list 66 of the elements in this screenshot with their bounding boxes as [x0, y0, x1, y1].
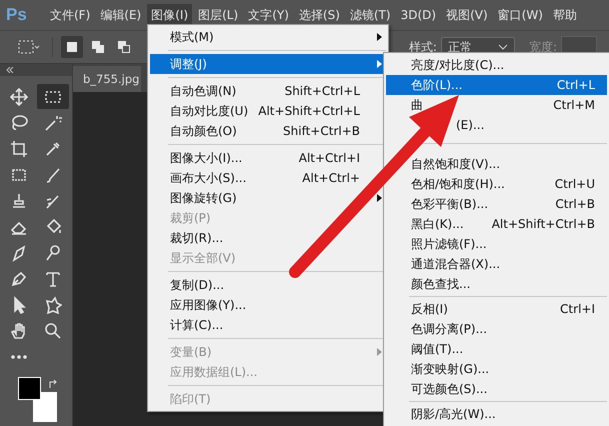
tool-button[interactable]: [37, 84, 69, 109]
menu-item[interactable]: 通道混合器(X)...: [386, 254, 607, 274]
menu-item[interactable]: 窗口(W): [494, 4, 547, 26]
menu-item[interactable]: 选择(S): [294, 4, 344, 26]
lasso-icon: [10, 114, 28, 132]
collapse-icon[interactable]: [6, 66, 14, 73]
menu-item[interactable]: 文件(F): [46, 4, 94, 26]
eyedropper-icon: [44, 140, 62, 158]
menu-item[interactable]: 阈值(T)...: [386, 339, 607, 359]
menu-item[interactable]: 黑白(K)... Alt+Shift+Ctrl+B: [386, 214, 607, 234]
menu-item[interactable]: 色相/饱和度(H)... Ctrl+U: [386, 174, 607, 194]
hand-icon: [10, 322, 28, 340]
menu-item[interactable]: 裁切(R)...: [150, 228, 224, 248]
stamp-icon: [10, 192, 28, 210]
menu-item[interactable]: 编辑(E): [96, 4, 146, 26]
menu-item[interactable]: 阴影/高光(W)...: [386, 404, 607, 424]
magic-wand-icon: [44, 114, 62, 132]
menu-item[interactable]: 自动对比度(U) Alt+Shift+Ctrl+L: [150, 101, 360, 121]
move-icon: [10, 88, 28, 106]
menu-item[interactable]: 3D(D): [396, 5, 440, 25]
menu-item[interactable]: 画布大小(S)... Alt+Ctrl+: [150, 168, 360, 188]
style-label: 样式:: [408, 38, 437, 56]
document-tab[interactable]: b_755.jpg: [73, 66, 142, 92]
menu-item[interactable]: 色彩平衡(B)... Ctrl+B: [386, 194, 607, 214]
selection-mode-button[interactable]: [61, 36, 83, 58]
menu-item[interactable]: 自动颜色(O) Shift+Ctrl+B: [150, 121, 360, 141]
menu-item[interactable]: 图像大小(I)... Alt+Ctrl+I: [150, 148, 360, 168]
marquee-icon[interactable]: [18, 39, 40, 55]
menu-item[interactable]: 渐变映射(G)...: [386, 359, 607, 379]
menu-item[interactable]: 文字(Y): [244, 4, 293, 26]
menu-item[interactable]: 图像旋转(G): [150, 188, 237, 208]
pen-icon: [10, 270, 28, 288]
more-icon: [11, 354, 27, 358]
brush-icon: [44, 166, 62, 184]
squares-icon: [117, 40, 131, 54]
menu-item[interactable]: 曲 Ctrl+M: [386, 95, 607, 115]
color-swatches-drawing[interactable]: [18, 377, 58, 423]
menu-item[interactable]: 计算(C)...: [150, 315, 224, 335]
menu-item[interactable]: 滤镜(T): [346, 4, 395, 26]
width-label: 宽度:: [528, 38, 557, 56]
menu-item[interactable]: 色阶(L)... Ctrl+L: [386, 75, 607, 95]
menu-item[interactable]: 颜色查找...: [386, 274, 607, 294]
menu-item[interactable]: 复制(D)...: [150, 275, 224, 295]
menu-item[interactable]: 视图(V): [442, 4, 492, 26]
menu-item[interactable]: 调整(J): [150, 54, 386, 74]
menu-item[interactable]: (E)...: [386, 115, 607, 135]
squares-icon: [91, 40, 105, 54]
menu-item[interactable]: 图层(L): [194, 4, 242, 26]
menu-item[interactable]: 应用图像(Y)...: [150, 295, 246, 315]
crop-icon: [10, 140, 28, 158]
zoom-icon: [44, 322, 62, 340]
caret-icon: [498, 44, 508, 50]
shape-icon: [44, 296, 62, 314]
menu-item[interactable]: 可选颜色(S)...: [386, 379, 607, 399]
menu-item[interactable]: 帮助: [548, 4, 581, 26]
menu-item[interactable]: 图像(I): [147, 4, 192, 26]
type-tool-icon: [44, 270, 62, 288]
menu-item[interactable]: 自动色调(N) Shift+Ctrl+L: [150, 81, 360, 101]
menu-item[interactable]: 模式(M): [150, 27, 214, 47]
menu-item[interactable]: 亮度/对比度(C)...: [386, 55, 607, 75]
app-logo: Ps: [6, 5, 28, 25]
menu-item[interactable]: 照片滤镜(F)...: [386, 234, 607, 254]
square-icon: [65, 40, 79, 54]
menu-item[interactable]: 反相(I) Ctrl+I: [386, 299, 607, 319]
menu-item[interactable]: 色调分离(P)...: [386, 319, 607, 339]
swap-icon[interactable]: [48, 379, 58, 389]
